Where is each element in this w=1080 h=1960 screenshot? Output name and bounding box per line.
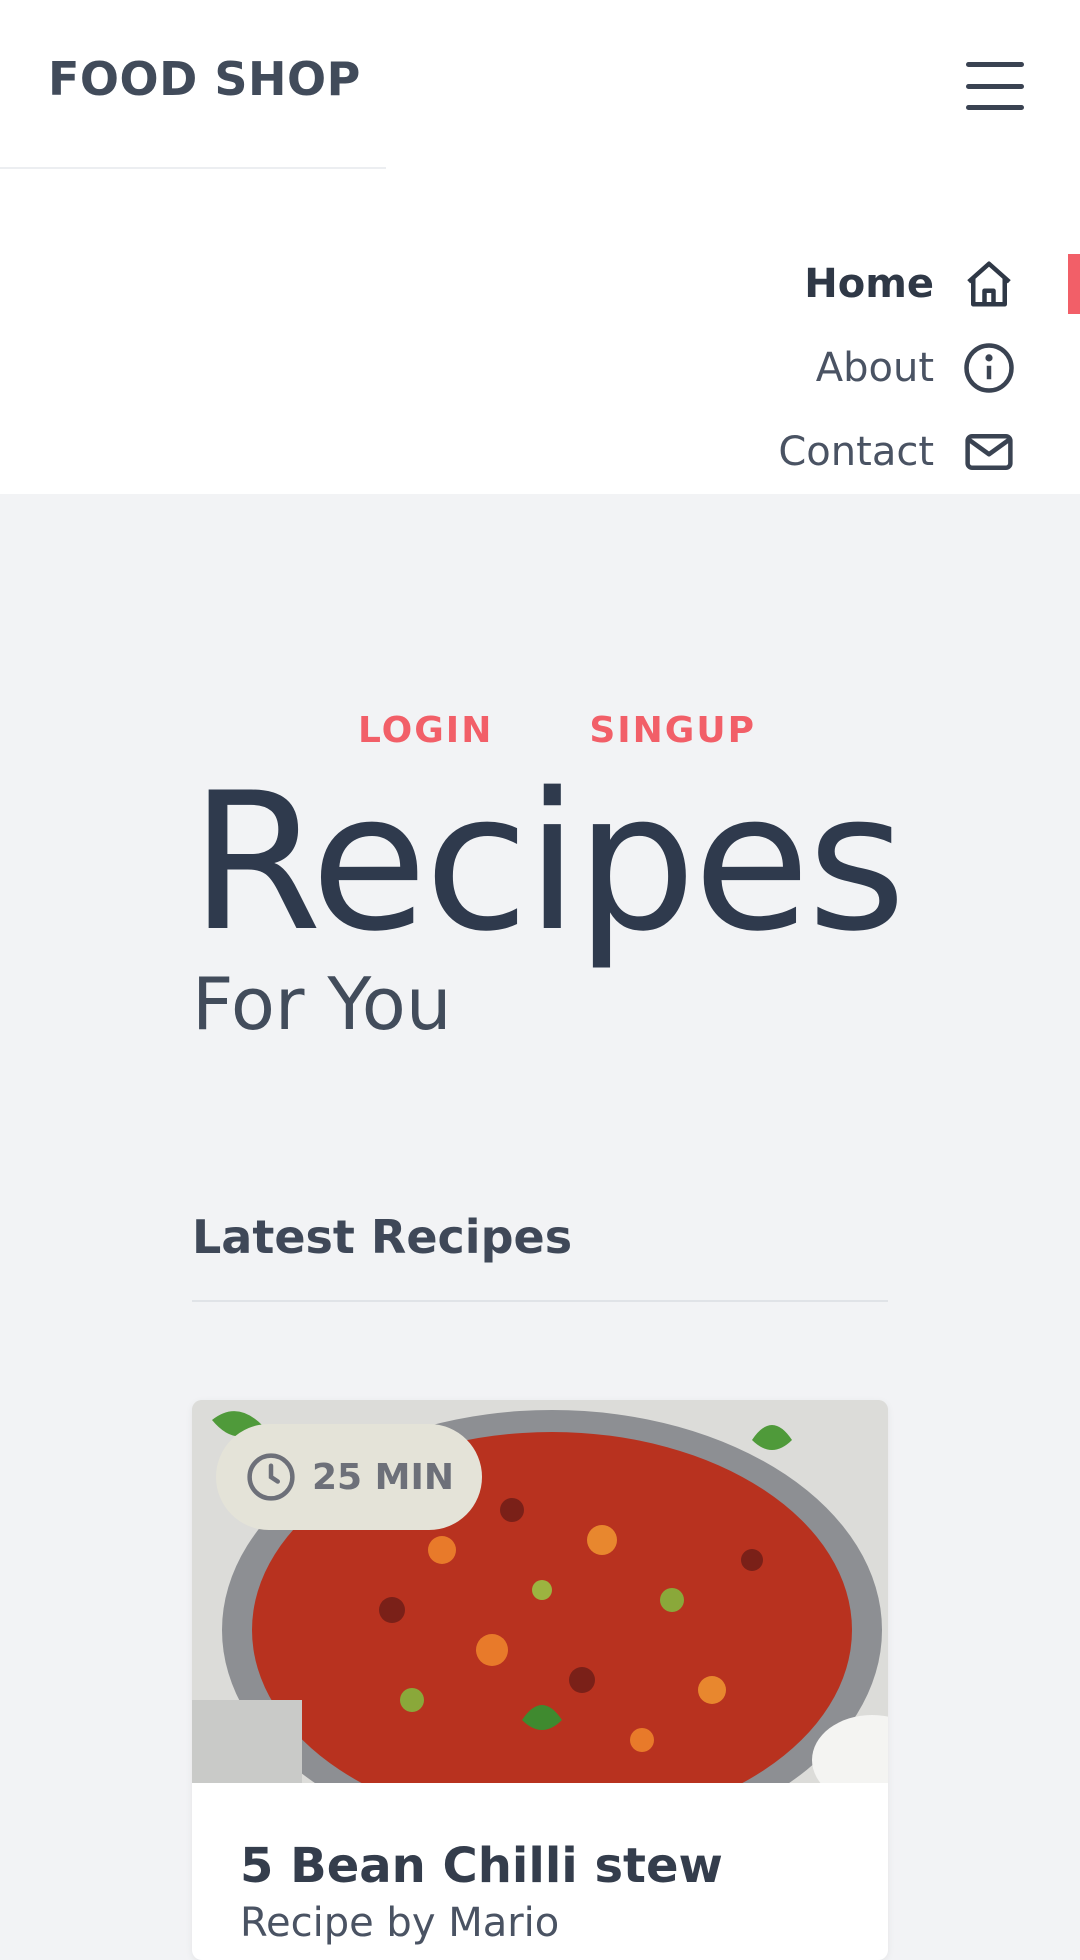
time-badge: 25 MIN [216,1424,482,1530]
login-link[interactable]: LOGIN [358,710,493,751]
nav-item-label: Home [804,261,934,307]
hero-title: Recipes [190,752,906,973]
hero-subtitle: For You [192,962,452,1046]
nav-item-contact[interactable]: Contact [778,422,1016,482]
recipe-title[interactable]: 5 Bean Chilli stew [240,1838,723,1894]
auth-links: LOGIN SINGUP [358,710,756,751]
nav-item-about[interactable]: About [816,338,1016,398]
brand-logo[interactable]: FOOD SHOP [48,52,361,106]
info-icon [962,341,1016,395]
signup-link[interactable]: SINGUP [589,710,756,751]
home-icon [962,257,1016,311]
nav-item-home[interactable]: Home [804,254,1016,314]
hamburger-menu-icon[interactable] [966,62,1024,110]
menu-bar [966,62,1024,67]
latest-recipes-heading: Latest Recipes [192,1210,573,1264]
recipe-card[interactable]: 25 MIN 5 Bean Chilli stew Recipe by Mari… [192,1400,888,1960]
time-label: 25 MIN [312,1456,454,1498]
nav-item-label: Contact [778,429,934,475]
recipe-author: Recipe by Mario [240,1900,560,1946]
nav-item-label: About [815,345,934,391]
menu-bar [966,105,1024,110]
section-divider [192,1300,888,1302]
clock-icon [247,1453,295,1501]
active-nav-marker [1068,254,1080,314]
header: FOOD SHOP Home About Contact [0,0,1080,494]
brand-divider [0,167,386,169]
menu-bar [966,83,1024,89]
mail-icon [962,425,1016,479]
